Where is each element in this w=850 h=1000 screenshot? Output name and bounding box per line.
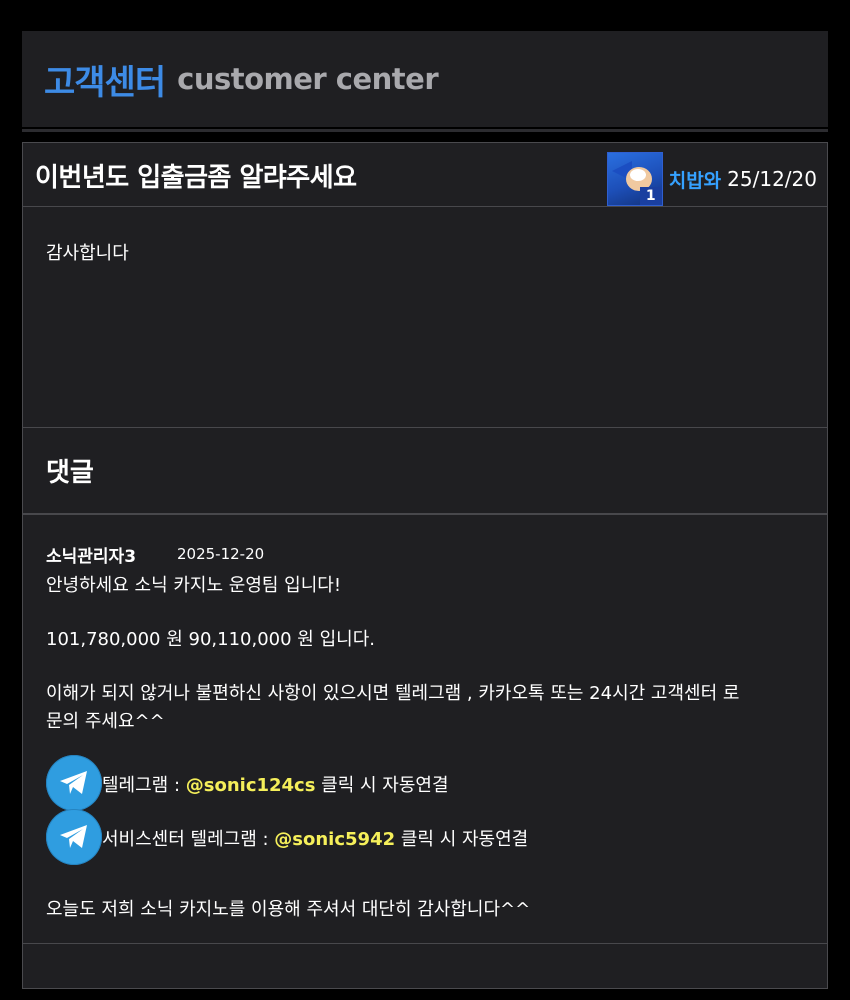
post-body: 감사합니다 <box>23 207 827 428</box>
telegram-prefix: 텔레그램 : <box>102 775 186 796</box>
comment-line: 안녕하세요 소닉 카지노 운영팀 입니다! <box>46 575 342 596</box>
avatar[interactable]: 1 <box>606 152 663 206</box>
comments-title: 댓글 <box>46 458 94 488</box>
telegram-link-text[interactable]: 텔레그램 : @sonic124cs 클릭 시 자동연결 <box>102 771 449 797</box>
header-divider <box>22 129 828 132</box>
comment-date: 2025-12-20 <box>177 545 265 563</box>
comment-line: 이해가 되지 않거나 불편하신 사항이 있으시면 텔레그램 , 카카오톡 또는 … <box>46 683 740 704</box>
post-panel: 이번년도 입출금좀 알랴주세요 1 치밥와 25/12/20 감사합니다 댓글 … <box>22 142 828 989</box>
comment-author: 소닉관리자3 <box>46 547 137 567</box>
avatar-eye <box>629 169 646 181</box>
comment-line: 101,780,000 원 90,110,000 원 입니다. <box>46 629 375 650</box>
post-author-link[interactable]: 치밥와 <box>669 166 721 193</box>
paper-plane-icon <box>60 825 87 848</box>
telegram-prefix: 서비스센터 텔레그램 : <box>102 829 275 850</box>
post-header: 이번년도 입출금좀 알랴주세요 1 치밥와 25/12/20 <box>23 143 827 207</box>
comment-line: 문의 주세요^^ <box>46 711 165 732</box>
telegram-handle[interactable]: @sonic124cs <box>186 775 316 796</box>
post-meta: 1 치밥와 25/12/20 <box>606 152 817 206</box>
rank-badge: 1 <box>639 187 662 205</box>
telegram-handle[interactable]: @sonic5942 <box>274 829 395 850</box>
paper-plane-icon <box>60 771 87 794</box>
comment-line: 오늘도 저희 소닉 카지노를 이용해 주셔서 대단히 감사합니다^^ <box>46 899 531 920</box>
comments-header: 댓글 <box>23 428 827 515</box>
header-subtitle: customer center <box>177 62 439 96</box>
post-title: 이번년도 입출금좀 알랴주세요 <box>35 163 357 193</box>
post-body-text: 감사합니다 <box>46 243 129 264</box>
comment-item: 소닉관리자3 2025-12-20 안녕하세요 소닉 카지노 운영팀 입니다! … <box>23 515 827 944</box>
telegram-link-text[interactable]: 서비스센터 텔레그램 : @sonic5942 클릭 시 자동연결 <box>102 825 528 851</box>
header-title: 고객센터 <box>44 62 166 103</box>
telegram-icon[interactable] <box>46 809 102 865</box>
telegram-suffix: 클릭 시 자동연결 <box>315 775 449 796</box>
post-date: 25/12/20 <box>727 167 817 191</box>
telegram-suffix: 클릭 시 자동연결 <box>395 829 529 850</box>
page-header: 고객센터 customer center <box>22 31 828 127</box>
telegram-icon[interactable] <box>46 755 102 811</box>
